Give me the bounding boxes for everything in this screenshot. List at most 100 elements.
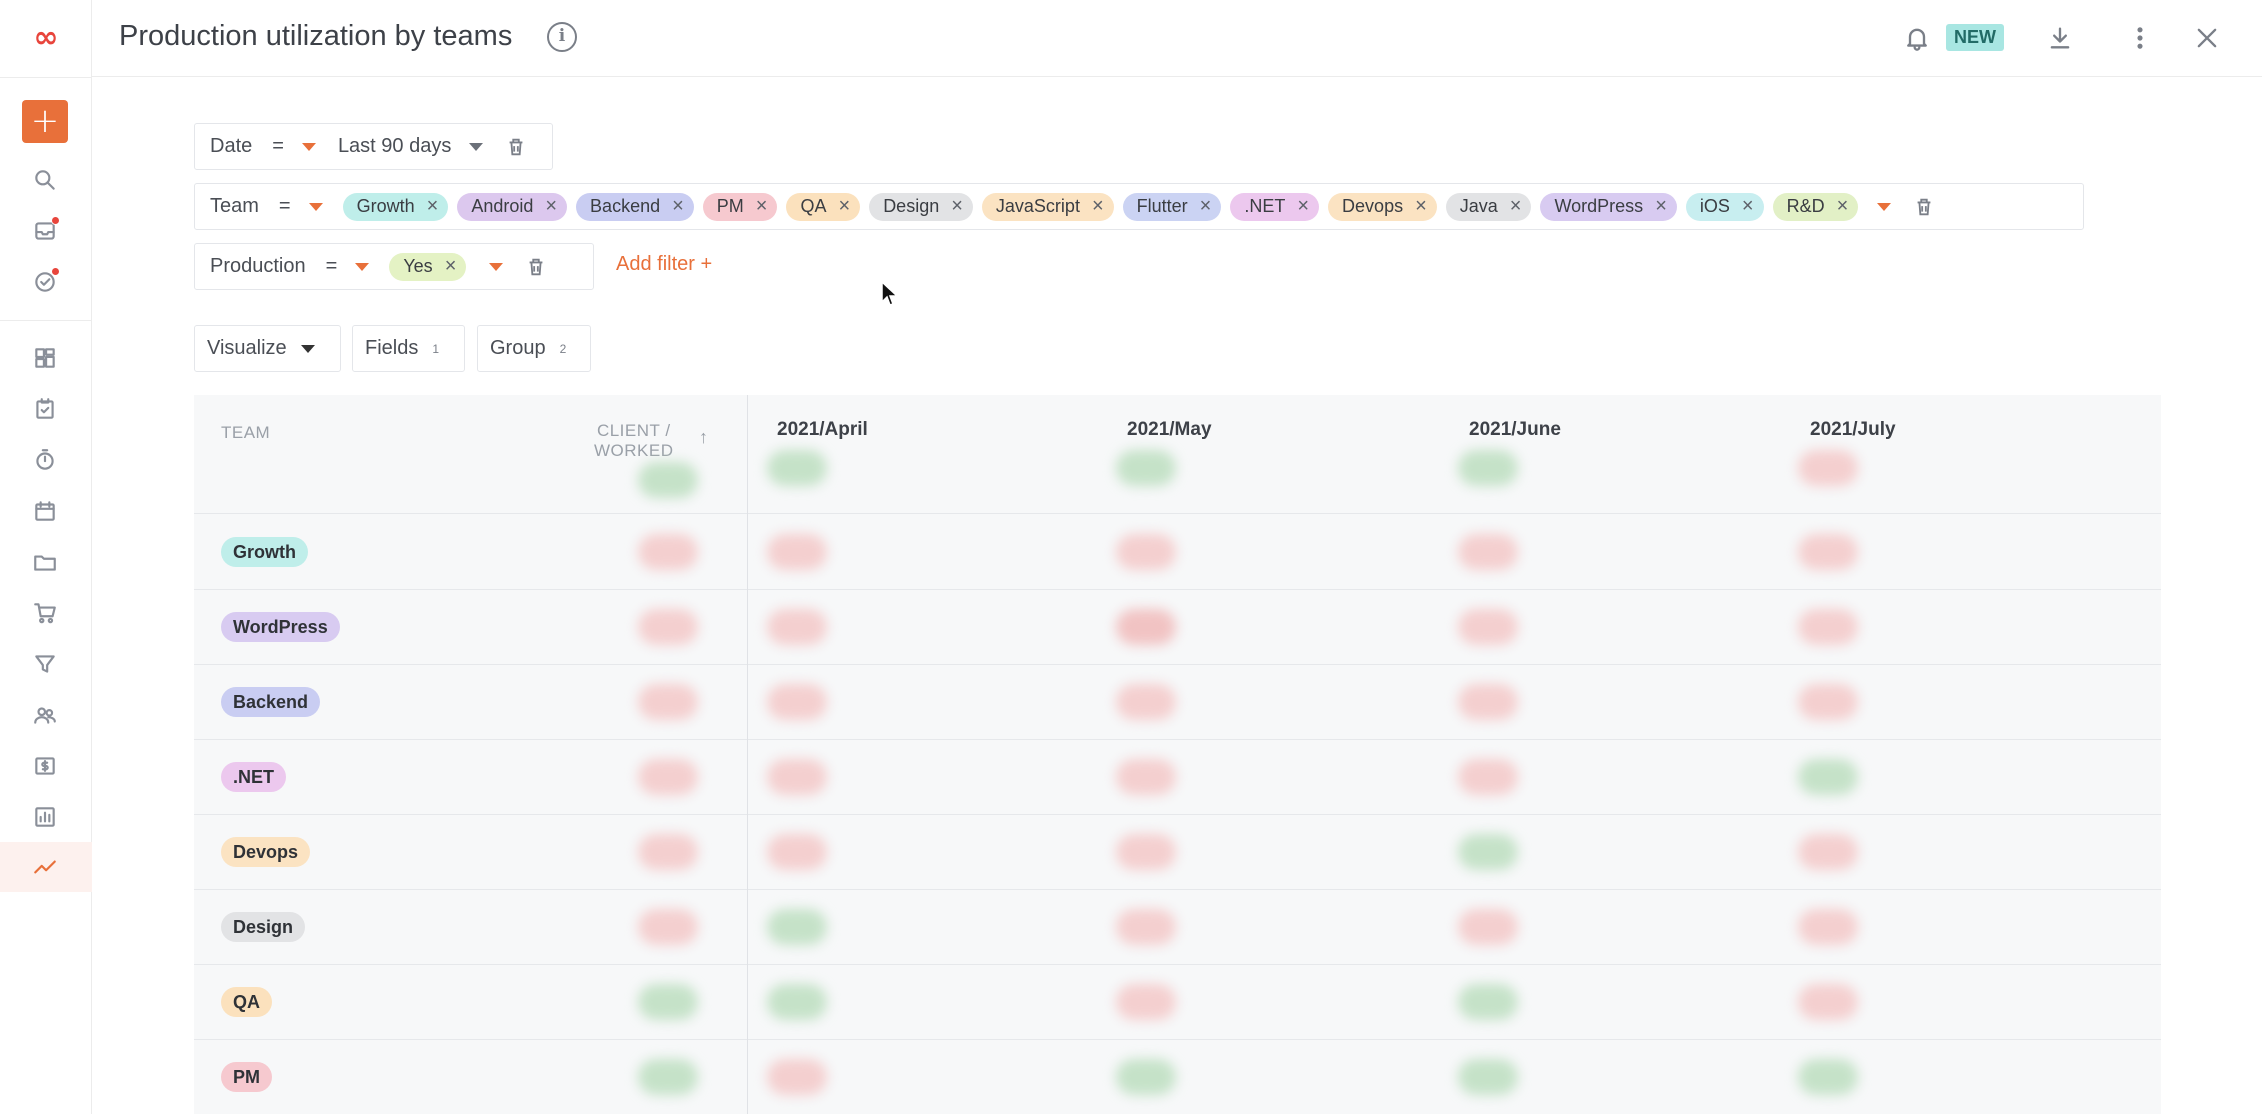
operator-dropdown-icon[interactable]	[355, 262, 370, 271]
remove-chip-icon[interactable]: ×	[1092, 195, 1104, 218]
filter-icon[interactable]	[30, 649, 60, 679]
inbox-icon[interactable]	[30, 216, 60, 246]
trash-icon[interactable]	[525, 255, 547, 279]
sidebar-active-item[interactable]	[0, 842, 92, 892]
sort-ascending-icon[interactable]: ↑	[699, 427, 708, 448]
search-icon[interactable]	[30, 165, 60, 195]
dashboard-icon[interactable]	[30, 343, 60, 373]
filter-chip[interactable]: iOS ×	[1685, 192, 1764, 221]
filter-chip[interactable]: Design ×	[869, 192, 973, 221]
trash-icon[interactable]	[505, 135, 527, 159]
remove-chip-icon[interactable]: ×	[445, 255, 457, 278]
fields-button[interactable]: Fields 1	[352, 325, 465, 372]
table-row[interactable]: Devops	[194, 815, 2161, 890]
filter-chip[interactable]: .NET ×	[1230, 192, 1320, 221]
remove-chip-icon[interactable]: ×	[951, 195, 963, 218]
remove-chip-icon[interactable]: ×	[672, 195, 684, 218]
filter-chip[interactable]: R&D ×	[1772, 192, 1859, 221]
table-row[interactable]: .NET	[194, 740, 2161, 815]
column-header-month[interactable]: 2021/April	[777, 419, 868, 441]
team-tag[interactable]: PM	[221, 1062, 272, 1092]
table-row[interactable]: Growth	[194, 515, 2161, 590]
remove-chip-icon[interactable]: ×	[756, 195, 768, 218]
add-filter-button[interactable]: Add filter +	[616, 253, 712, 276]
report-icon[interactable]	[30, 802, 60, 832]
remove-chip-icon[interactable]: ×	[427, 195, 439, 218]
filter-chip[interactable]: Yes ×	[389, 252, 467, 281]
filter-chip[interactable]: QA ×	[786, 192, 861, 221]
filter-chip[interactable]: Flutter ×	[1122, 192, 1222, 221]
divider	[0, 77, 92, 78]
column-header-month[interactable]: 2021/June	[1469, 419, 1561, 441]
chevron-down-icon[interactable]	[489, 262, 504, 271]
group-button[interactable]: Group 2	[477, 325, 591, 372]
trend-icon[interactable]	[30, 852, 60, 882]
check-circle-icon[interactable]	[30, 267, 60, 297]
trash-icon[interactable]	[1913, 195, 1935, 219]
filter-operator[interactable]: =	[272, 135, 284, 158]
team-tag[interactable]: .NET	[221, 762, 287, 792]
remove-chip-icon[interactable]: ×	[1742, 195, 1754, 218]
team-tag[interactable]: Growth	[221, 537, 308, 567]
team-tag[interactable]: Design	[221, 912, 306, 942]
team-tag[interactable]: QA	[221, 987, 272, 1017]
table-row[interactable]: Design	[194, 890, 2161, 965]
column-header-month[interactable]: 2021/July	[1810, 419, 1896, 441]
team-tag[interactable]: Backend	[221, 687, 321, 717]
production-filter[interactable]: Production = Yes ×	[194, 243, 594, 290]
filter-operator[interactable]: =	[279, 195, 291, 218]
more-vertical-icon[interactable]	[2122, 20, 2158, 56]
column-header-team[interactable]: TEAM	[221, 423, 270, 443]
chevron-down-icon[interactable]	[1877, 202, 1892, 211]
download-icon[interactable]	[2042, 20, 2078, 56]
filter-chip[interactable]: WordPress ×	[1540, 192, 1677, 221]
column-header-month[interactable]: 2021/May	[1127, 419, 1212, 441]
bell-icon[interactable]	[1899, 20, 1935, 56]
remove-chip-icon[interactable]: ×	[839, 195, 851, 218]
people-icon[interactable]	[30, 700, 60, 730]
date-range-select[interactable]: Last 90 days	[338, 135, 451, 158]
team-tag[interactable]: Devops	[221, 837, 311, 867]
filter-chip[interactable]: PM ×	[702, 192, 778, 221]
dollar-icon[interactable]	[30, 751, 60, 781]
new-badge[interactable]: NEW	[1946, 24, 2004, 51]
team-tag[interactable]: WordPress	[221, 612, 340, 642]
close-icon[interactable]	[2189, 20, 2225, 56]
table-row[interactable]: PM	[194, 1040, 2161, 1114]
remove-chip-icon[interactable]: ×	[1510, 195, 1522, 218]
calendar-icon[interactable]	[30, 496, 60, 526]
filter-operator[interactable]: =	[326, 255, 338, 278]
task-icon[interactable]	[30, 394, 60, 424]
filter-chip[interactable]: Growth ×	[342, 192, 449, 221]
visualize-button[interactable]: Visualize	[194, 325, 341, 372]
operator-dropdown-icon[interactable]	[301, 142, 316, 151]
blurred-value	[1458, 609, 1518, 645]
timer-icon[interactable]	[30, 445, 60, 475]
blurred-value	[638, 909, 698, 945]
remove-chip-icon[interactable]: ×	[1655, 195, 1667, 218]
filter-chip[interactable]: Java ×	[1445, 192, 1532, 221]
info-icon[interactable]: i	[547, 22, 577, 52]
remove-chip-icon[interactable]: ×	[1200, 195, 1212, 218]
app-logo[interactable]: ∞	[28, 20, 64, 56]
filter-chip[interactable]: JavaScript ×	[981, 192, 1114, 221]
operator-dropdown-icon[interactable]	[308, 202, 323, 211]
blurred-value	[638, 609, 698, 645]
remove-chip-icon[interactable]: ×	[545, 195, 557, 218]
chevron-down-icon[interactable]	[469, 142, 484, 151]
filter-chip[interactable]: Devops ×	[1328, 192, 1437, 221]
filter-chip[interactable]: Backend ×	[576, 192, 694, 221]
add-button[interactable]: +	[22, 100, 68, 143]
cart-icon[interactable]	[30, 598, 60, 628]
filter-chip[interactable]: Android ×	[457, 192, 568, 221]
column-header-client-worked[interactable]: CLIENT / WORKED	[594, 421, 674, 461]
remove-chip-icon[interactable]: ×	[1837, 195, 1849, 218]
remove-chip-icon[interactable]: ×	[1297, 195, 1309, 218]
table-row[interactable]: WordPress	[194, 590, 2161, 665]
date-filter[interactable]: Date = Last 90 days	[194, 123, 553, 170]
table-row[interactable]: QA	[194, 965, 2161, 1040]
remove-chip-icon[interactable]: ×	[1415, 195, 1427, 218]
table-row[interactable]: Backend	[194, 665, 2161, 740]
team-filter[interactable]: Team = Growth × Android × Backend × PM × QA × Desi…	[194, 183, 2084, 230]
folder-icon[interactable]	[30, 547, 60, 577]
